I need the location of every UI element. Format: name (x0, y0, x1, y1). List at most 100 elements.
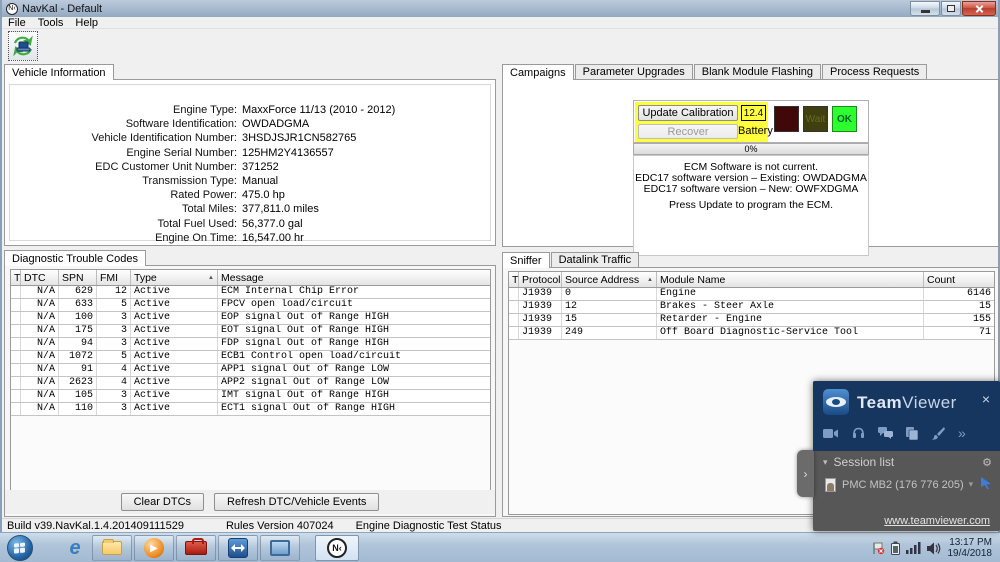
teamviewer-close-icon[interactable]: × (982, 391, 990, 407)
field-value: OWDADGMA (242, 117, 490, 131)
volume-icon[interactable] (927, 542, 942, 555)
gear-icon[interactable]: ⚙ (982, 456, 992, 469)
filter-icon[interactable]: T (509, 272, 519, 287)
col-header-dtc[interactable]: DTC (21, 270, 59, 285)
taskbar-media-player[interactable]: ▶ (134, 535, 174, 561)
teamviewer-collapse-handle[interactable]: › (797, 450, 814, 497)
whiteboard-brush-icon[interactable] (931, 427, 945, 440)
tab-vehicle-information[interactable]: Vehicle Information (4, 64, 114, 80)
col-header-source-label: Source Address (565, 274, 639, 286)
taskbar-display-settings[interactable] (260, 535, 300, 561)
session-list-row[interactable]: ▾ Session list ⚙ (823, 455, 992, 469)
field-value: 475.0 hp (242, 188, 490, 202)
taskbar-internet-explorer[interactable]: e (55, 535, 95, 561)
close-button[interactable] (962, 1, 996, 16)
tab-parameter-upgrades[interactable]: Parameter Upgrades (575, 64, 693, 79)
teamviewer-header: TeamViewer × » (813, 381, 1000, 451)
titlebar: N‹ NavKal - Default (2, 0, 998, 17)
taskbar-toolbox-app[interactable] (176, 535, 216, 561)
menu-file[interactable]: File (2, 17, 32, 29)
campaigns-body: Update Calibration 12.4 Recover Battery … (502, 79, 999, 247)
restore-button[interactable] (941, 1, 961, 16)
menu-tools[interactable]: Tools (32, 17, 70, 29)
table-row[interactable]: N/A62912ActiveECM Internal Chip Error (11, 286, 490, 299)
headset-icon[interactable] (852, 427, 865, 439)
status-indicator-stop (774, 106, 799, 132)
refresh-dtc-button[interactable]: Refresh DTC/Vehicle Events (214, 493, 379, 511)
col-header-protocol[interactable]: Protocol (519, 272, 562, 287)
table-row[interactable]: J193915Retarder - Engine155 (509, 314, 994, 327)
table-row[interactable]: N/A943ActiveFDP signal Out of Range HIGH (11, 338, 490, 351)
clock-time: 13:17 PM (948, 537, 993, 548)
action-center-flag-icon[interactable] (872, 542, 885, 555)
tab-process-requests[interactable]: Process Requests (822, 64, 927, 79)
campaigns-panel: Campaigns Parameter Upgrades Blank Modul… (502, 64, 999, 247)
table-row[interactable]: N/A26234ActiveAPP2 signal Out of Range L… (11, 377, 490, 390)
tab-datalink-traffic[interactable]: Datalink Traffic (551, 252, 640, 267)
battery-icon[interactable] (891, 541, 900, 555)
table-row[interactable]: N/A914ActiveAPP1 signal Out of Range LOW (11, 364, 490, 377)
tab-campaigns[interactable]: Campaigns (502, 64, 574, 80)
col-header-type[interactable]: Type▲ (131, 270, 218, 285)
file-transfer-icon[interactable] (906, 427, 918, 440)
recover-button[interactable]: Recover (638, 124, 738, 139)
minimize-button[interactable] (910, 1, 940, 16)
table-row[interactable]: N/A1103ActiveECT1 signal Out of Range HI… (11, 403, 490, 416)
field-label: Total Miles: (10, 202, 242, 216)
session-item[interactable]: PMC MB2 (176 776 205) ▾ (825, 477, 992, 492)
caret-down-icon: ▾ (823, 457, 828, 468)
more-icon[interactable]: » (958, 425, 966, 441)
table-row[interactable]: N/A10725ActiveECB1 Control open load/cir… (11, 351, 490, 364)
play-icon: ▶ (150, 543, 158, 554)
connect-vehicle-button[interactable] (8, 31, 38, 61)
table-row[interactable]: N/A1053ActiveIMT signal Out of Range HIG… (11, 390, 490, 403)
col-header-source-address[interactable]: Source Address▲ (562, 272, 657, 287)
field-label: Rated Power: (10, 188, 242, 202)
table-row[interactable]: J1939249Off Board Diagnostic-Service Too… (509, 327, 994, 340)
tab-diagnostic-trouble-codes[interactable]: Diagnostic Trouble Codes (4, 250, 146, 266)
restore-icon (947, 5, 955, 12)
flash-progress-bar: 0% (633, 143, 869, 155)
toolbar (2, 29, 998, 63)
folder-icon (102, 541, 122, 555)
table-row[interactable]: J19390Engine6146 (509, 288, 994, 301)
chevron-right-icon: › (804, 467, 808, 481)
system-tray: 13:17 PM 19/4/2018 (872, 533, 997, 562)
col-header-count[interactable]: Count (924, 272, 994, 287)
table-row[interactable]: J193912Brakes - Steer Axle15 (509, 301, 994, 314)
taskbar-navkal-active[interactable]: N‹ (315, 535, 359, 561)
vi-row-engine-serial: Engine Serial Number:125HM2Y4136557 (10, 146, 490, 160)
teamviewer-website-link[interactable]: www.teamviewer.com (884, 515, 990, 527)
vi-row-engine-type: Engine Type:MaxxForce 11/13 (2010 - 2012… (10, 103, 490, 117)
field-value: 16,547.00 hr (242, 231, 490, 245)
toolbox-icon (185, 541, 207, 555)
filter-icon[interactable]: T (11, 270, 21, 285)
field-label: Software Identification: (10, 117, 242, 131)
update-calibration-button[interactable]: Update Calibration (638, 105, 738, 121)
rules-version-text: Rules Version 407024 (226, 519, 334, 532)
taskbar-teamviewer[interactable] (218, 535, 258, 561)
taskbar-file-explorer[interactable] (92, 535, 132, 561)
tab-blank-module-flashing[interactable]: Blank Module Flashing (694, 64, 821, 79)
taskbar-clock[interactable]: 13:17 PM 19/4/2018 (948, 537, 997, 559)
chat-icon[interactable] (878, 427, 893, 439)
col-header-spn[interactable]: SPN (59, 270, 97, 285)
media-player-icon: ▶ (144, 538, 164, 558)
tab-sniffer[interactable]: Sniffer (502, 252, 550, 268)
field-label: Total Fuel Used: (10, 217, 242, 231)
table-row[interactable]: N/A1003ActiveEOP signal Out of Range HIG… (11, 312, 490, 325)
table-row[interactable]: N/A6335ActiveFPCV open load/circuit (11, 299, 490, 312)
teamviewer-icon (228, 538, 248, 558)
col-header-fmi[interactable]: FMI (97, 270, 131, 285)
network-signal-icon[interactable] (906, 542, 921, 554)
battery-label: Battery (738, 125, 773, 137)
clear-dtcs-button[interactable]: Clear DTCs (121, 493, 204, 511)
menu-help[interactable]: Help (69, 17, 104, 29)
video-call-icon[interactable] (823, 428, 839, 439)
field-label: Engine Serial Number: (10, 146, 242, 160)
col-header-module-name[interactable]: Module Name (657, 272, 924, 287)
remote-cursor-icon (981, 477, 992, 492)
col-header-message[interactable]: Message (218, 270, 490, 285)
table-row[interactable]: N/A1753ActiveEOT signal Out of Range HIG… (11, 325, 490, 338)
start-button[interactable] (7, 535, 33, 561)
